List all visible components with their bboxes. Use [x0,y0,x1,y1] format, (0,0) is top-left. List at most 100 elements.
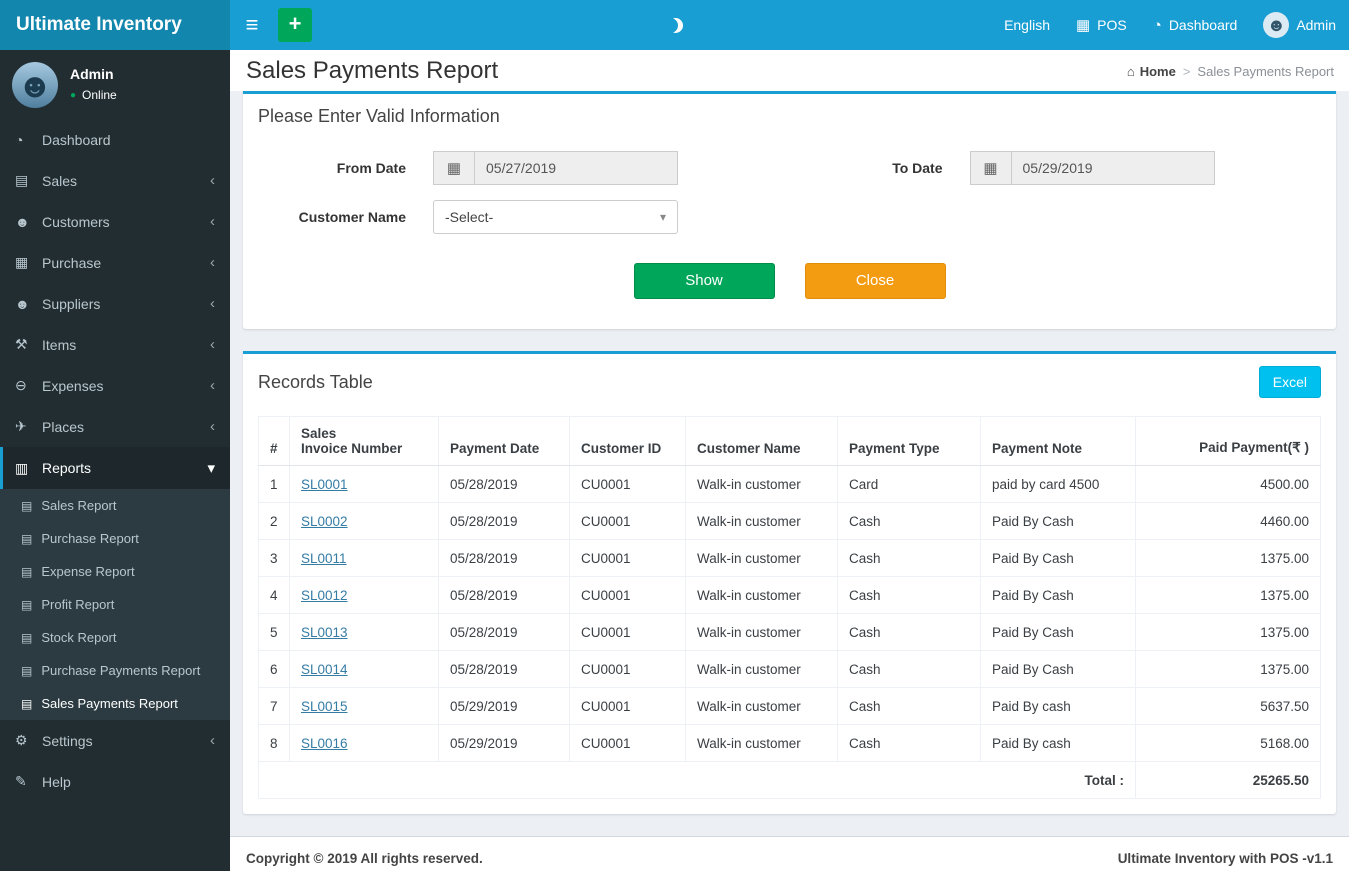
sidebar-item-sales[interactable]: ▤ Sales ‹ [0,160,230,201]
total-label: Total : [258,761,1136,799]
user-avatar: ☻ [12,62,58,108]
to-date-group: To Date ▦ [790,151,1327,185]
invoice-link[interactable]: SL0001 [301,477,348,492]
report-file-icon: ▤ [21,663,33,678]
table-row: 5 SL0013 05/28/2019 CU0001 Walk-in customer C… [258,613,1321,651]
cell-customer-id: CU0001 [569,539,686,577]
show-button[interactable]: Show [633,263,775,299]
cell-payment-date: 05/29/2019 [438,687,570,725]
cell-payment-note: Paid By Cash [980,539,1136,577]
brand[interactable]: Ultimate Inventory [0,0,230,50]
cell-customer-name: Walk-in customer [685,465,838,503]
cell-invoice: SL0011 [289,539,439,577]
pos-label: POS [1097,17,1127,33]
sidebar-subitem-stock-report[interactable]: ▤ Stock Report [0,621,230,654]
to-date-label: To Date [892,160,943,176]
total-value: 25265.50 [1135,761,1321,799]
avatar: ☻ [1263,12,1290,38]
reports-submenu: ▤ Sales Report ▤ Purchase Report ▤ Expense Re… [0,489,230,720]
total-row: Total : 25265.50 [258,761,1321,799]
table-header-row: # Sales Invoice Number Payment Date Cust… [258,416,1321,466]
sidebar-item-label: Customers [42,213,110,230]
sidebar-subitem-purchase-payments-report[interactable]: ▤ Purchase Payments Report [0,654,230,687]
sidebar-item-help[interactable]: ✎ Help [0,761,230,802]
sales-icon: ▤ [15,172,29,188]
breadcrumb-separator: > [1182,63,1191,79]
items-icon: ⚒ [15,336,28,352]
sidebar-subitem-sales-payments-report[interactable]: ▤ Sales Payments Report [0,687,230,720]
filter-panel-header: Please Enter Valid Information [243,94,1336,139]
sidebar-item-customers[interactable]: ☻ Customers ‹ [0,201,230,242]
col-paid-payment: Paid Payment(₹ ) [1135,416,1321,466]
table-row: 4 SL0012 05/28/2019 CU0001 Walk-in customer C… [258,576,1321,614]
chevron-left-icon: ‹ [210,336,215,353]
pos-link[interactable]: ▦ POS [1063,0,1140,50]
customer-name-select[interactable]: -Select- ▾ [433,200,678,234]
from-date-input[interactable] [474,151,678,185]
to-date-input[interactable] [1010,151,1215,185]
cell-num: 2 [258,502,290,540]
version-text: Ultimate Inventory with POS -v1.1 [1117,851,1333,866]
report-file-icon: ▤ [21,564,33,579]
invoice-link[interactable]: SL0013 [301,625,348,640]
add-button[interactable]: + [278,8,312,42]
language-selector[interactable]: English [991,0,1063,50]
cell-paid: 4500.00 [1135,465,1321,503]
cell-payment-note: Paid By Cash [980,613,1136,651]
page-title: Sales Payments Report [246,57,499,84]
breadcrumb-home[interactable]: ⌂ Home [1127,64,1176,79]
col-number: # [258,416,290,466]
records-tbody: 1 SL0001 05/28/2019 CU0001 Walk-in customer C… [258,465,1321,762]
sidebar-toggle-button[interactable]: ≡ [230,0,274,50]
invoice-link[interactable]: SL0015 [301,699,348,714]
col-customer-name: Customer Name [685,416,838,466]
language-label: English [1004,17,1050,33]
places-icon: ✈ [15,418,27,434]
invoice-link[interactable]: SL0014 [301,662,348,677]
cell-payment-note: Paid By Cash [980,650,1136,688]
cell-customer-name: Walk-in customer [685,576,838,614]
excel-export-button[interactable]: Excel [1258,366,1321,398]
chevron-left-icon: ‹ [210,418,215,435]
user-name-label: Admin [1296,17,1336,33]
sidebar-item-label: Reports [42,460,92,476]
sidebar-item-suppliers[interactable]: ☻ Suppliers ‹ [0,283,230,324]
cell-payment-date: 05/29/2019 [438,724,570,762]
sidebar-subitem-expense-report[interactable]: ▤ Expense Report [0,555,230,588]
sidebar-item-settings[interactable]: ⚙ Settings ‹ [0,720,230,761]
records-panel-header: Records Table Excel [243,354,1336,410]
cell-num: 3 [258,539,290,577]
sidebar-item-items[interactable]: ⚒ Items ‹ [0,324,230,365]
copyright-text: Copyright © 2019 All rights reserved. [246,851,483,866]
customer-name-group: Customer Name -Select- ▾ [253,200,790,234]
sidebar-subitem-profit-report[interactable]: ▤ Profit Report [0,588,230,621]
invoice-link[interactable]: SL0016 [301,736,348,751]
sidebar-subitem-purchase-report[interactable]: ▤ Purchase Report [0,522,230,555]
sidebar-item-label: Suppliers [42,295,101,312]
cell-customer-id: CU0001 [569,613,686,651]
filter-form: From Date ▦ To Date ▦ [243,139,1336,329]
cell-num: 6 [258,650,290,688]
theme-toggle[interactable] [658,0,688,50]
sidebar-subitem-sales-report[interactable]: ▤ Sales Report [0,489,230,522]
invoice-link[interactable]: SL0002 [301,514,348,529]
col-payment-date: Payment Date [438,416,570,466]
sidebar-item-purchase[interactable]: ▦ Purchase ‹ [0,242,230,283]
sidebar-item-places[interactable]: ✈ Places ‹ [0,406,230,447]
cell-paid: 5168.00 [1135,724,1321,762]
cell-customer-name: Walk-in customer [685,613,838,651]
cell-num: 4 [258,576,290,614]
close-button[interactable]: Close [804,263,946,299]
sidebar-item-dashboard[interactable]: ◔ Dashboard [0,120,230,160]
cell-num: 5 [258,613,290,651]
sidebar-item-reports[interactable]: ▥ Reports ▾ [0,447,230,489]
sidebar-subitem-label: Stock Report [41,630,117,645]
suppliers-icon: ☻ [15,295,30,312]
calendar-icon: ▦ [969,151,1011,185]
user-menu[interactable]: ☻ Admin [1250,0,1349,50]
cell-num: 8 [258,724,290,762]
invoice-link[interactable]: SL0012 [301,588,348,603]
invoice-link[interactable]: SL0011 [301,551,347,566]
sidebar-item-expenses[interactable]: ⊖ Expenses ‹ [0,365,230,406]
dashboard-link[interactable]: ◔ Dashboard [1140,0,1251,50]
